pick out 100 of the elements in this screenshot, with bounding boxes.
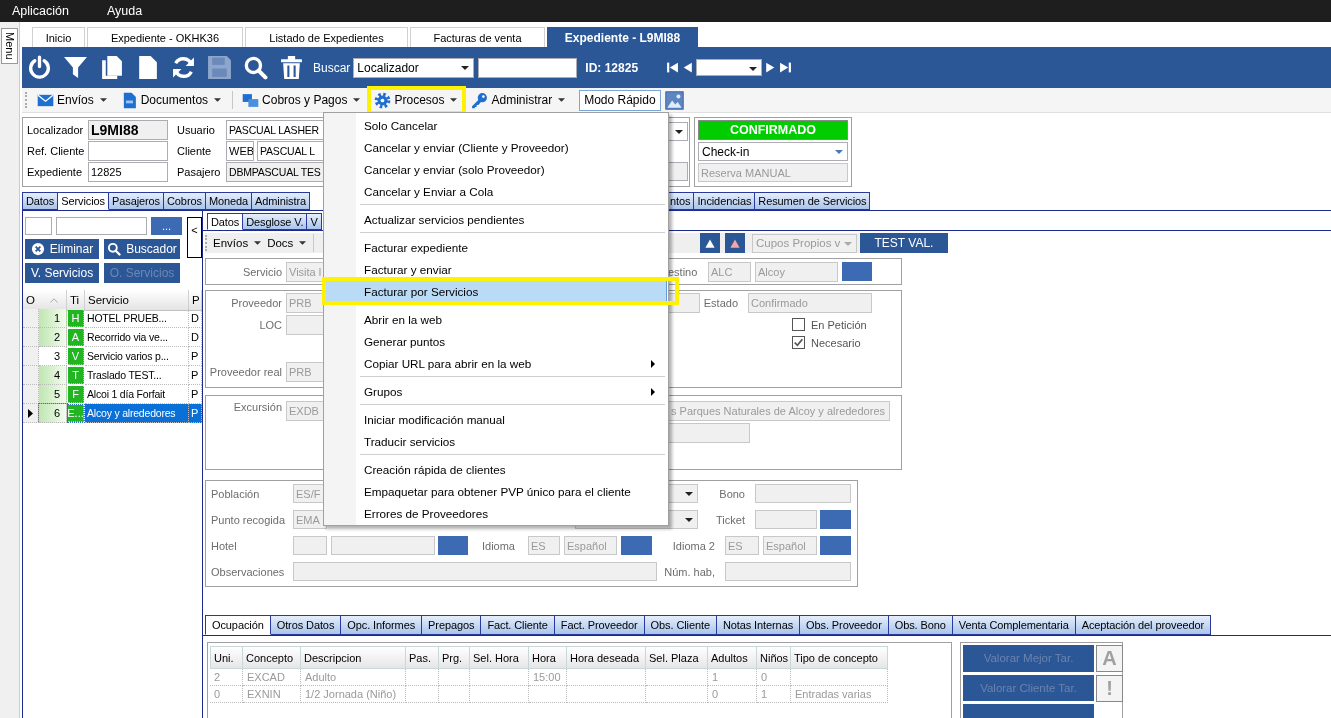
dropdown-field[interactable]: Localizador: [353, 57, 475, 78]
menu-button[interactable]: Documentos: [118, 89, 226, 111]
filter-icon[interactable]: [63, 55, 88, 80]
column-header[interactable]: Sel. Hora: [470, 646, 529, 669]
tab[interactable]: Obs. Cliente: [644, 615, 717, 635]
sort-icon: [50, 297, 58, 303]
column-header[interactable]: Sel. Plaza: [646, 646, 708, 669]
menu-item[interactable]: Abrir en la web: [325, 308, 667, 330]
menu-item[interactable]: Errores de Proveedores: [325, 502, 667, 524]
text-field[interactable]: WEB: [226, 141, 254, 161]
field-label: Idioma: [480, 539, 516, 552]
copy-icon[interactable]: [99, 55, 124, 80]
tab[interactable]: Moneda: [205, 192, 253, 210]
dropdown-field[interactable]: Check-in: [698, 142, 848, 161]
table-cell[interactable]: Servicio varios p...: [85, 347, 189, 366]
document-tab[interactable]: Listado de Expedientes: [245, 27, 408, 47]
column-header[interactable]: Tipo de concepto: [791, 646, 888, 669]
column-header[interactable]: P: [189, 290, 202, 311]
column-header[interactable]: Prg.: [439, 646, 470, 669]
column-header[interactable]: Pas.: [406, 646, 439, 669]
menu-item[interactable]: Empaquetar para obtener PVP único para el cliente: [325, 480, 667, 502]
tab[interactable]: Venta Complementaria: [952, 615, 1076, 635]
tab[interactable]: Cobros: [164, 192, 206, 210]
tab[interactable]: Administra: [252, 192, 310, 210]
table-cell[interactable]: Recorrido via ve...: [85, 328, 189, 347]
skip-forward-icon[interactable]: [779, 60, 793, 75]
table-cell[interactable]: Alcoy y alrededores: [85, 404, 189, 423]
text-field[interactable]: L9MI88: [88, 120, 168, 140]
column-header[interactable]: Descripcion: [301, 646, 406, 669]
refresh-icon[interactable]: [171, 55, 196, 80]
action-button[interactable]: Eliminar: [25, 239, 99, 259]
text-field[interactable]: [25, 217, 52, 235]
row-header[interactable]: [23, 404, 39, 423]
browse-button[interactable]: ...: [151, 217, 182, 235]
menu-item[interactable]: Iniciar modificación manual: [325, 408, 667, 430]
tab[interactable]: Incidencias: [694, 192, 756, 210]
text-field[interactable]: [88, 141, 168, 161]
menu-item[interactable]: Traducir servicios: [325, 430, 667, 452]
document-tab[interactable]: Expediente - L9MI88: [547, 27, 698, 47]
column-header[interactable]: Hora deseada: [567, 646, 646, 669]
image-icon[interactable]: [664, 90, 684, 110]
move-up-button[interactable]: [700, 233, 720, 253]
document-tab[interactable]: Facturas de venta: [410, 27, 545, 47]
menu-item[interactable]: Ayuda: [107, 4, 143, 18]
power-icon[interactable]: [27, 55, 52, 80]
column-header[interactable]: Ti: [67, 290, 85, 311]
menu-item[interactable]: Facturar y enviar: [325, 258, 667, 280]
menu-item[interactable]: Actualizar servicios pendientes: [325, 208, 667, 230]
tab[interactable]: Servicios: [58, 192, 109, 210]
search-field[interactable]: [478, 57, 578, 78]
menu-item[interactable]: Grupos: [325, 380, 667, 402]
menu-item[interactable]: Creación rápida de clientes: [325, 458, 667, 480]
text-field[interactable]: 12825: [88, 162, 168, 182]
tab[interactable]: Notas Internas: [716, 615, 801, 635]
tab[interactable]: Ocupación: [205, 615, 271, 635]
move-up-button[interactable]: [725, 233, 745, 253]
side-tab[interactable]: Menu: [1, 28, 18, 64]
tab[interactable]: Fact. Proveedor: [554, 615, 645, 635]
tab[interactable]: Prepagos: [422, 615, 482, 635]
column-header[interactable]: Adultos: [708, 646, 757, 669]
menu-item[interactable]: Aplicación: [12, 4, 69, 18]
menu-item[interactable]: Facturar por Servicios: [325, 280, 667, 302]
menu-item[interactable]: Cancelar y Enviar a Cola: [325, 180, 667, 202]
tab[interactable]: Obs. Bono: [888, 615, 953, 635]
document-tab[interactable]: Expediente - OKHK36: [87, 27, 243, 47]
action-button[interactable]: Buscador: [104, 239, 180, 259]
tab[interactable]: Pasajeros: [109, 192, 164, 210]
trash-icon[interactable]: [279, 55, 304, 80]
tab[interactable]: Fact. Cliente: [481, 615, 555, 635]
table-cell: 2: [39, 328, 67, 347]
menu-button[interactable]: Administrar: [469, 89, 570, 111]
menu-button[interactable]: Envíos: [35, 89, 111, 111]
menu-item[interactable]: Facturar expediente: [325, 236, 667, 258]
column-header[interactable]: Niños: [757, 646, 791, 669]
search-icon[interactable]: [243, 55, 268, 80]
action-button[interactable]: V. Servicios: [25, 263, 99, 283]
tab[interactable]: Aceptación del proveedor: [1075, 615, 1212, 635]
column-header[interactable]: Servicio: [85, 290, 189, 311]
column-header[interactable]: O: [23, 290, 67, 311]
collapse-button[interactable]: <: [187, 217, 202, 258]
menu-button[interactable]: Cobros y Pagos: [240, 89, 365, 111]
table-cell[interactable]: Traslado TEST...: [85, 366, 189, 385]
tab[interactable]: Otros Datos: [270, 615, 342, 635]
column-header[interactable]: Uni.: [210, 646, 243, 669]
menu-item[interactable]: Copiar URL para abrir en la web: [325, 352, 667, 374]
column-header[interactable]: Concepto: [243, 646, 301, 669]
tab[interactable]: Resumen de Servicios: [755, 192, 871, 210]
table-cell[interactable]: HOTEL PRUEB...: [85, 309, 189, 328]
tab[interactable]: Datos: [22, 192, 59, 210]
menu-item[interactable]: Generar puntos: [325, 330, 667, 352]
tab[interactable]: Obs. Proveedor: [800, 615, 889, 635]
caret-icon: [450, 98, 458, 102]
column-header[interactable]: Hora: [529, 646, 567, 669]
menu-button[interactable]: Procesos: [372, 89, 462, 111]
dropdown-field[interactable]: [696, 59, 763, 76]
tab[interactable]: Opc. Informes: [341, 615, 423, 635]
document-tab[interactable]: Inicio: [32, 27, 85, 47]
text-field[interactable]: [56, 217, 147, 235]
skip-back-icon[interactable]: [666, 60, 680, 75]
mode-button[interactable]: Modo Rápido: [579, 89, 661, 111]
